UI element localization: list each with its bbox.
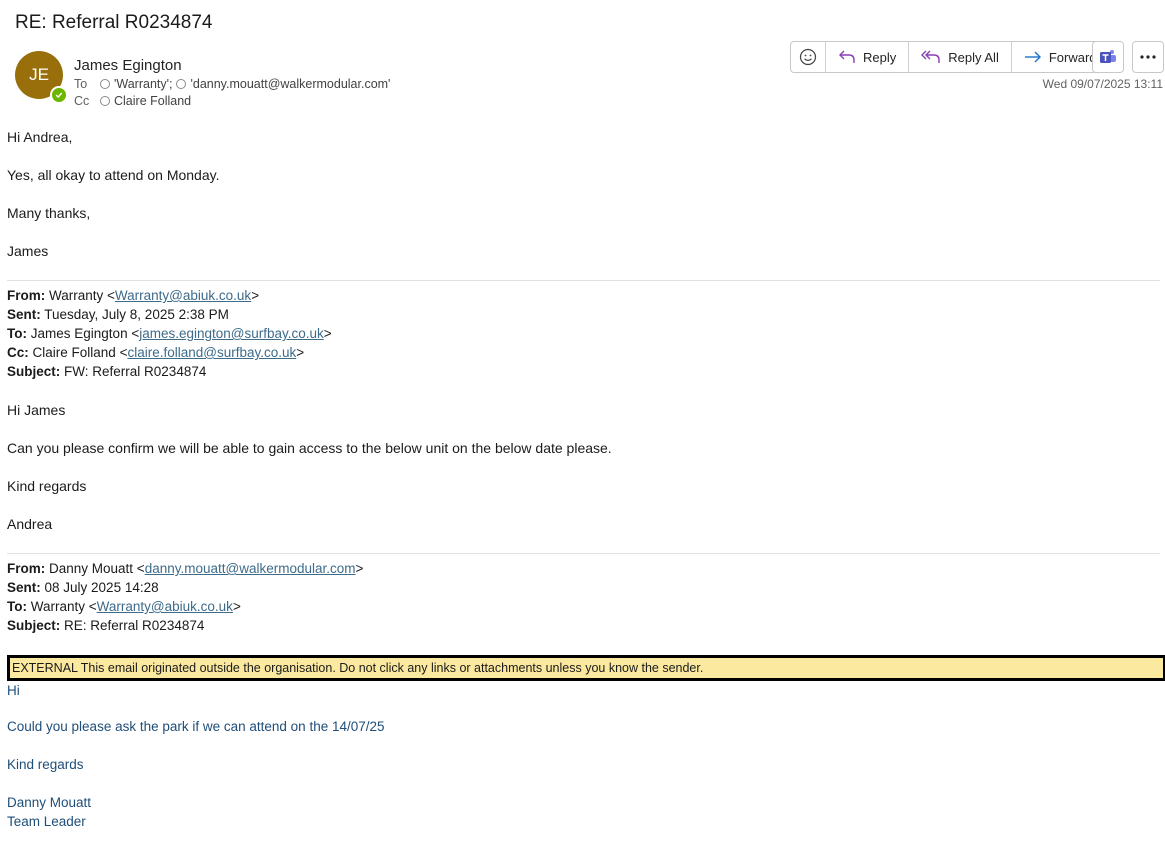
- quote2-signature-name: Danny Mouatt: [7, 795, 92, 810]
- reply-all-button[interactable]: Reply All: [908, 42, 1011, 72]
- quote2-line: Could you please ask the park if we can …: [7, 719, 385, 734]
- emoji-reaction-button[interactable]: [791, 42, 825, 72]
- teams-icon: [1100, 50, 1116, 63]
- email-date: Wed 09/07/2025 13:11: [1042, 77, 1163, 91]
- body-closing: Many thanks,: [7, 205, 91, 221]
- quote1-subject: Subject: FW: Referral R0234874: [7, 364, 207, 379]
- recipient-status-icon: [176, 79, 187, 89]
- recipient-warranty[interactable]: 'Warranty';: [114, 77, 172, 91]
- quote2-greeting: Hi: [7, 683, 20, 698]
- quote2-subject: Subject: RE: Referral R0234874: [7, 618, 205, 633]
- body-greeting: Hi Andrea,: [7, 129, 73, 145]
- email-link[interactable]: Warranty@abiuk.co.uk: [115, 288, 251, 303]
- cc-label: Cc: [74, 94, 90, 108]
- presence-available-icon: [50, 86, 68, 104]
- quote1-line: Can you please confirm we will be able t…: [7, 440, 612, 456]
- reply-all-label: Reply All: [948, 49, 999, 65]
- email-link[interactable]: danny.mouatt@walkermodular.com: [145, 561, 356, 576]
- more-icon: [1140, 55, 1156, 59]
- quote2-signature-title: Team Leader: [7, 814, 86, 829]
- quote1-from: From: Warranty <Warranty@abiuk.co.uk>: [7, 288, 260, 303]
- divider: [7, 553, 1160, 554]
- forward-label: Forward: [1048, 49, 1097, 65]
- quote1-sent: Sent: Tuesday, July 8, 2025 2:38 PM: [7, 307, 229, 322]
- reply-all-icon: [921, 50, 940, 63]
- external-warning-banner: EXTERNAL This email originated outside t…: [7, 655, 1165, 681]
- quote1-greeting: Hi James: [7, 402, 66, 418]
- email-link[interactable]: james.egington@surfbay.co.uk: [139, 326, 324, 341]
- action-toolbar: Reply Reply All Forward: [790, 41, 1110, 73]
- smiley-icon: [799, 48, 817, 66]
- email-link[interactable]: claire.folland@surfbay.co.uk: [127, 345, 296, 360]
- quote1-closing: Kind regards: [7, 478, 87, 494]
- body-signature: James: [7, 243, 49, 259]
- reply-label: Reply: [863, 49, 897, 65]
- quote1-cc: Cc: Claire Folland <claire.folland@surfb…: [7, 345, 305, 360]
- to-label: To: [74, 77, 88, 91]
- divider: [7, 280, 1160, 281]
- recipient-status-icon: [100, 79, 110, 89]
- email-link[interactable]: Warranty@abiuk.co.uk: [97, 599, 233, 614]
- teams-button[interactable]: [1092, 41, 1124, 73]
- quote2-to: To: Warranty <Warranty@abiuk.co.uk>: [7, 599, 241, 614]
- email-subject: RE: Referral R0234874: [15, 12, 213, 33]
- forward-icon: [1024, 51, 1041, 63]
- body-line: Yes, all okay to attend on Monday.: [7, 167, 220, 183]
- more-options-button[interactable]: [1132, 41, 1164, 73]
- quote1-signature: Andrea: [7, 516, 53, 532]
- recipient-status-icon: [100, 96, 110, 106]
- reply-icon: [839, 50, 855, 63]
- cc-row: Cc Claire Folland: [74, 94, 191, 108]
- quote2-from: From: Danny Mouatt <danny.mouatt@walkerm…: [7, 561, 364, 576]
- quote1-to: To: James Egington <james.egington@surfb…: [7, 326, 332, 341]
- recipient-claire[interactable]: Claire Folland: [114, 94, 191, 108]
- reply-button[interactable]: Reply: [825, 42, 908, 72]
- recipient-danny[interactable]: 'danny.mouatt@walkermodular.com': [190, 77, 390, 91]
- sender-name[interactable]: James Egington: [74, 57, 182, 74]
- to-row: To 'Warranty'; 'danny.mouatt@walkermodul…: [74, 77, 390, 91]
- quote2-sent: Sent: 08 July 2025 14:28: [7, 580, 159, 595]
- quote2-closing: Kind regards: [7, 757, 84, 772]
